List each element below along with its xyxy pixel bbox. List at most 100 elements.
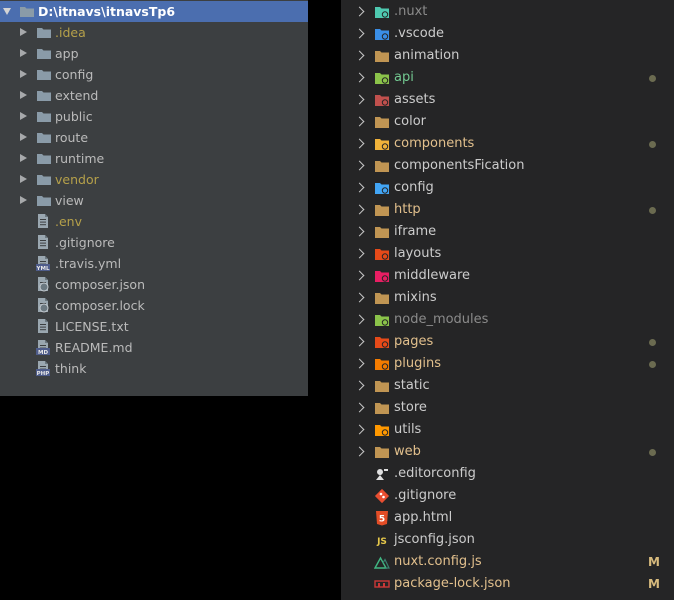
- chevron-right-icon[interactable]: [354, 72, 365, 83]
- explorer-file-nuxt-config-js[interactable]: nuxt.config.js M: [341, 551, 674, 573]
- tree-folder-route[interactable]: route: [0, 127, 308, 148]
- tree-file-label: .env: [55, 214, 82, 229]
- chevron-right-icon[interactable]: [354, 160, 365, 171]
- chevron-right-icon[interactable]: [354, 380, 365, 391]
- explorer-folder-components[interactable]: components: [341, 133, 674, 155]
- tree-file-label: LICENSE.txt: [55, 319, 129, 334]
- tree-folder-config[interactable]: config: [0, 64, 308, 85]
- explorer-folder-assets[interactable]: assets: [341, 89, 674, 111]
- tree-file-composer-lock[interactable]: composer.lock: [0, 295, 308, 316]
- explorer-folder-nuxt[interactable]: .nuxt: [341, 1, 674, 23]
- project-root-row[interactable]: D:\itnavs\itnavsTp6: [0, 1, 308, 22]
- tree-file-gitignore[interactable]: .gitignore: [0, 232, 308, 253]
- chevron-right-icon[interactable]: [20, 49, 27, 57]
- chevron-right-icon[interactable]: [20, 196, 27, 204]
- tree-file-think[interactable]: PHP think: [0, 358, 308, 379]
- chevron-right-icon[interactable]: [354, 28, 365, 39]
- explorer-folder-middleware[interactable]: middleware: [341, 265, 674, 287]
- explorer-folder-config[interactable]: config: [341, 177, 674, 199]
- folder-icon: [37, 48, 51, 59]
- chevron-right-icon[interactable]: [354, 446, 365, 457]
- explorer-folder-label: assets: [394, 92, 436, 107]
- explorer-folder-label: iframe: [394, 224, 437, 239]
- tree-folder-vendor[interactable]: vendor: [0, 169, 308, 190]
- chevron-right-icon[interactable]: [354, 270, 365, 281]
- chevron-right-icon[interactable]: [20, 70, 27, 78]
- chevron-right-icon[interactable]: [20, 91, 27, 99]
- explorer-folder-node-modules[interactable]: node_modules: [341, 309, 674, 331]
- explorer-folder-mixins[interactable]: mixins: [341, 287, 674, 309]
- vscode-folder-icon: [374, 26, 390, 42]
- nuxt-folder-icon: [374, 4, 390, 20]
- chevron-right-icon[interactable]: [354, 292, 365, 303]
- chevron-right-icon[interactable]: [354, 138, 365, 149]
- chevron-right-icon[interactable]: [354, 94, 365, 105]
- explorer-folder-color[interactable]: color: [341, 111, 674, 133]
- tree-folder-extend[interactable]: extend: [0, 85, 308, 106]
- tree-file-travis-yml[interactable]: YML .travis.yml: [0, 253, 308, 274]
- folder-icon: [374, 202, 390, 218]
- explorer-folder-iframe[interactable]: iframe: [341, 221, 674, 243]
- chevron-right-icon[interactable]: [354, 336, 365, 347]
- chevron-right-icon[interactable]: [354, 116, 365, 127]
- explorer-folder-pages[interactable]: pages: [341, 331, 674, 353]
- html5-icon: 5: [374, 510, 390, 526]
- explorer-folder-layouts[interactable]: layouts: [341, 243, 674, 265]
- explorer-folder-web[interactable]: web: [341, 441, 674, 463]
- explorer-file-gitignore[interactable]: .gitignore: [341, 485, 674, 507]
- explorer-file-label: app.html: [394, 510, 453, 525]
- chevron-right-icon[interactable]: [354, 358, 365, 369]
- chevron-right-icon[interactable]: [354, 226, 365, 237]
- explorer-folder-plugins[interactable]: plugins: [341, 353, 674, 375]
- chevron-right-icon[interactable]: [354, 182, 365, 193]
- tree-folder-idea[interactable]: .idea: [0, 22, 308, 43]
- folder-icon: [37, 111, 51, 122]
- explorer-folder-http[interactable]: http: [341, 199, 674, 221]
- modified-dot-icon: [649, 75, 656, 82]
- chevron-right-icon[interactable]: [354, 424, 365, 435]
- explorer-folder-vscode[interactable]: .vscode: [341, 23, 674, 45]
- chevron-right-icon[interactable]: [354, 6, 365, 17]
- tree-folder-view[interactable]: view: [0, 190, 308, 211]
- explorer-folder-static[interactable]: static: [341, 375, 674, 397]
- tree-folder-label: vendor: [55, 172, 99, 187]
- explorer-folder-utils[interactable]: utils: [341, 419, 674, 441]
- svg-text:MD: MD: [38, 350, 48, 355]
- explorer-file-editorconfig[interactable]: .editorconfig: [341, 463, 674, 485]
- tree-file-composer-json[interactable]: composer.json: [0, 274, 308, 295]
- chevron-right-icon[interactable]: [354, 402, 365, 413]
- text-file-icon: [36, 214, 50, 229]
- tree-folder-runtime[interactable]: runtime: [0, 148, 308, 169]
- folder-icon: [374, 224, 390, 240]
- tree-file-LICENSE-txt[interactable]: LICENSE.txt: [0, 316, 308, 337]
- explorer-file-app-html[interactable]: 5 app.html: [341, 507, 674, 529]
- tree-folder-label: config: [55, 67, 94, 82]
- explorer-folder-label: .vscode: [394, 26, 444, 41]
- explorer-file-package-lock-json[interactable]: package-lock.json M: [341, 573, 674, 595]
- chevron-right-icon[interactable]: [20, 175, 27, 183]
- tree-folder-public[interactable]: public: [0, 106, 308, 127]
- explorer-folder-componentsFication[interactable]: componentsFication: [341, 155, 674, 177]
- tree-file-env[interactable]: .env: [0, 211, 308, 232]
- explorer-folder-store[interactable]: store: [341, 397, 674, 419]
- project-root-label: D:\itnavs\itnavsTp6: [38, 4, 176, 19]
- chevron-down-icon[interactable]: [3, 8, 11, 15]
- chevron-right-icon[interactable]: [20, 28, 27, 36]
- explorer-folder-animation[interactable]: animation: [341, 45, 674, 67]
- chevron-right-icon[interactable]: [20, 133, 27, 141]
- chevron-right-icon[interactable]: [354, 204, 365, 215]
- chevron-right-icon[interactable]: [354, 248, 365, 259]
- chevron-right-icon[interactable]: [20, 154, 27, 162]
- svg-text:YML: YML: [36, 266, 50, 271]
- chevron-right-icon[interactable]: [354, 314, 365, 325]
- explorer-folder-label: layouts: [394, 246, 442, 261]
- tree-file-README-md[interactable]: MD README.md: [0, 337, 308, 358]
- explorer-file-label: package-lock.json: [394, 576, 511, 591]
- chevron-right-icon[interactable]: [354, 50, 365, 61]
- tree-folder-app[interactable]: app: [0, 43, 308, 64]
- explorer-folder-api[interactable]: api: [341, 67, 674, 89]
- components-folder-icon: [374, 136, 390, 152]
- chevron-right-icon[interactable]: [20, 112, 27, 120]
- git-modified-badge: M: [648, 577, 660, 591]
- explorer-file-jsconfig-json[interactable]: JS jsconfig.json: [341, 529, 674, 551]
